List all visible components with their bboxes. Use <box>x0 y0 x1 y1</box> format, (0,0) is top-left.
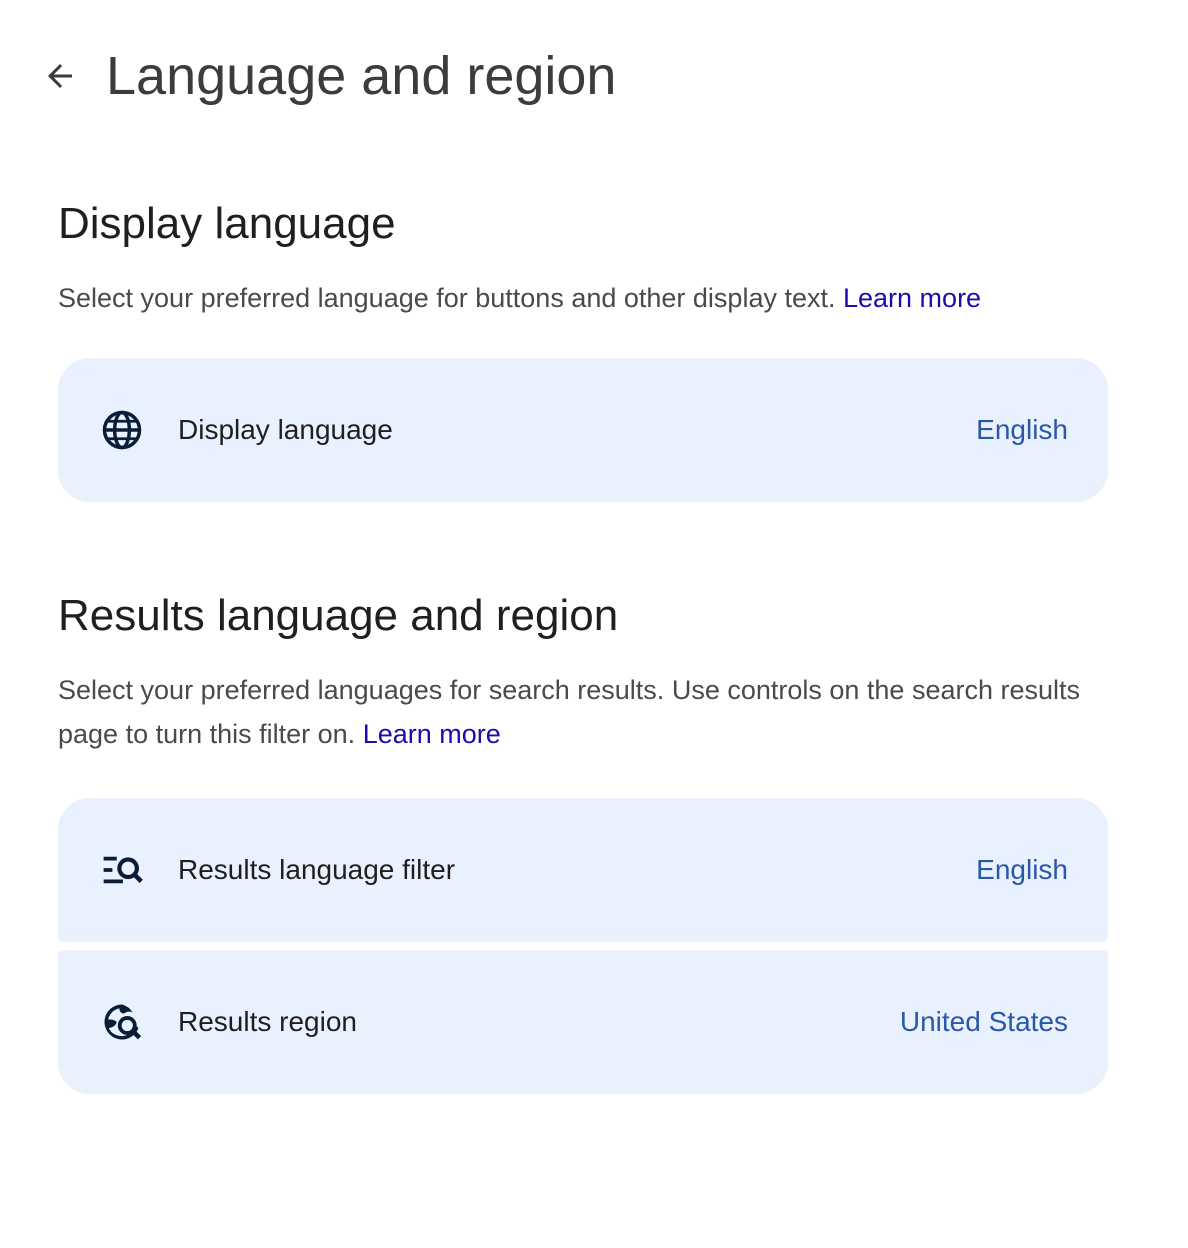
row-label: Results language filter <box>178 854 456 885</box>
results-card-group: Results language filter English Results … <box>58 798 1108 1094</box>
section-heading: Results language and region <box>58 591 619 640</box>
row-label: Results region <box>178 1006 357 1037</box>
display-language-card-group: Display language English <box>58 358 1108 502</box>
back-button[interactable] <box>38 48 82 104</box>
row-value: United States <box>899 1006 1068 1037</box>
display-language-section: Display language Select your preferred l… <box>58 196 1108 502</box>
learn-more-link[interactable]: Learn more <box>363 719 501 749</box>
display-language-row[interactable]: Display language English <box>58 358 1108 502</box>
page-header: Language and region <box>38 44 616 108</box>
results-language-filter-row[interactable]: Results language filter English <box>58 798 1108 942</box>
row-value: English <box>976 854 1068 885</box>
globe-icon <box>100 408 144 452</box>
language-region-page: Language and region Display language Sel… <box>0 0 1188 1248</box>
arrow-left-icon <box>48 64 72 88</box>
row-label: Display language <box>178 414 393 445</box>
results-region-row[interactable]: Results region United States <box>58 950 1108 1094</box>
filter-search-icon <box>100 848 144 892</box>
description-text: Select your preferred languages for sear… <box>58 675 1081 749</box>
section-description: Select your preferred language for butto… <box>58 276 1108 320</box>
section-heading: Display language <box>58 199 396 248</box>
learn-more-link[interactable]: Learn more <box>843 283 981 313</box>
row-value: English <box>976 414 1068 445</box>
results-language-region-section: Results language and region Select your … <box>58 588 1108 1094</box>
globe-search-icon <box>100 1000 144 1044</box>
page-title: Language and region <box>106 46 617 106</box>
section-description: Select your preferred languages for sear… <box>58 668 1108 756</box>
description-text: Select your preferred language for butto… <box>58 283 836 313</box>
